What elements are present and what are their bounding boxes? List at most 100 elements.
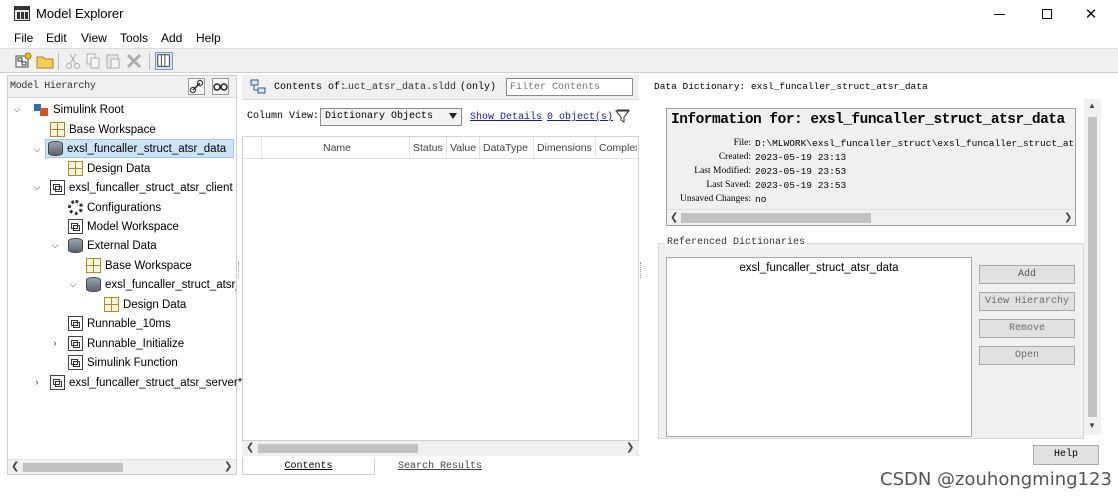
menu-file[interactable]: File (14, 31, 33, 45)
column-header-name[interactable]: Name (323, 142, 351, 154)
menu-help[interactable]: Help (196, 31, 221, 45)
scrollbar-thumb[interactable] (1088, 117, 1097, 417)
chevron-down-icon[interactable]: ⌵ (32, 144, 42, 154)
open-folder-icon[interactable] (36, 52, 54, 70)
column-header-dimensions[interactable]: Dimensions (537, 142, 592, 154)
tree-item-label: Base Workspace (69, 123, 156, 136)
tree-item-label: Configurations (87, 201, 162, 214)
info-key-last-saved: Last Saved: (706, 180, 751, 190)
scroll-down-icon[interactable]: ▼ (1088, 421, 1096, 430)
filter-icon[interactable] (614, 108, 631, 125)
scrollbar-thumb[interactable] (681, 213, 871, 223)
tree-item-model-workspace[interactable]: Model Workspace (10, 217, 179, 236)
scroll-left-icon[interactable]: ❮ (11, 461, 19, 472)
minimize-button[interactable] (976, 0, 1022, 28)
referenced-dictionaries-list[interactable]: exsl_funcaller_struct_atsr_data (666, 257, 972, 437)
column-view-select[interactable]: Dictionary Objects (320, 108, 462, 126)
link-button[interactable] (188, 78, 205, 95)
scroll-right-icon[interactable]: ❯ (626, 442, 634, 453)
tree-item-client-model[interactable]: ⌵ exsl_funcaller_struct_atsr_client (10, 178, 233, 197)
scrollbar-thumb[interactable] (23, 463, 123, 472)
column-header-datatype[interactable]: DataType (483, 142, 528, 154)
tree-item-data-dictionary[interactable]: exsl_funcaller_struct_atsr_data (45, 139, 234, 158)
tab-search-results[interactable]: Search Results (375, 458, 505, 475)
info-key-created: Created: (718, 152, 751, 162)
menu-add[interactable]: Add (161, 31, 182, 45)
scroll-right-icon[interactable]: ❯ (1064, 212, 1072, 223)
tree-item-external-design-data[interactable]: Design Data (10, 295, 186, 314)
window-title: Model Explorer (36, 6, 124, 21)
tree-item-simulink-function[interactable]: Simulink Function (10, 353, 178, 372)
chevron-right-icon[interactable]: › (32, 377, 42, 387)
maximize-button[interactable] (1024, 0, 1070, 28)
tree-item-external-data[interactable]: ⌵ External Data (10, 236, 157, 255)
left-splitter[interactable] (238, 262, 241, 278)
info-value-last-modified: 2023-05-19 23:53 (755, 166, 847, 177)
column-header-status[interactable]: Status (413, 142, 443, 154)
filter-contents-input[interactable] (506, 78, 633, 96)
tree-item-label: Simulink Root (53, 103, 124, 116)
view-options-button[interactable] (212, 78, 229, 95)
data-dictionary-icon (48, 141, 63, 156)
tree-item-external-dictionary[interactable]: ⌵ exsl_funcaller_struct_atsr_d (10, 275, 236, 294)
hierarchy-header: Model Hierarchy (8, 76, 236, 98)
chevron-right-icon[interactable]: › (50, 338, 60, 348)
object-count-link[interactable]: 0 object(s) (547, 112, 613, 123)
scroll-right-icon[interactable]: ❯ (224, 461, 232, 472)
hierarchy-horizontal-scrollbar[interactable]: ❮ ❯ (8, 459, 236, 474)
menu-edit[interactable]: Edit (46, 31, 67, 45)
glasses-icon (213, 83, 228, 91)
menu-tools[interactable]: Tools (120, 31, 148, 45)
info-horizontal-scrollbar[interactable]: ❮ ❯ (667, 209, 1075, 225)
new-model-icon[interactable] (14, 52, 32, 70)
help-button[interactable]: Help (1033, 445, 1099, 465)
tree-item-simulink-root[interactable]: ⌵ Simulink Root (10, 100, 124, 119)
copy-icon[interactable] (84, 52, 102, 70)
tree-item-label: Simulink Function (87, 356, 178, 369)
tree-item-design-data[interactable]: Design Data (10, 159, 150, 178)
dropdown-arrow-icon (449, 113, 457, 119)
add-button[interactable]: Add (979, 265, 1075, 284)
show-details-link[interactable]: Show Details (470, 112, 542, 123)
delete-icon[interactable] (125, 52, 143, 70)
show-dialog-pane-icon[interactable] (155, 52, 173, 70)
info-key-file: File: (733, 138, 751, 148)
workspace-icon (50, 122, 65, 137)
menu-view[interactable]: View (81, 31, 107, 45)
chevron-down-icon[interactable]: ⌵ (50, 240, 60, 250)
tree-item-runnable-initialize[interactable]: › Runnable_Initialize (10, 334, 184, 353)
chevron-down-icon[interactable]: ⌵ (68, 279, 78, 289)
chevron-down-icon[interactable]: ⌵ (12, 104, 22, 114)
paste-icon[interactable] (104, 52, 122, 70)
workspace-icon (68, 161, 83, 176)
model-hierarchy-panel: Model Hierarchy ⌵ Simulink Root Base Wor… (7, 75, 242, 475)
cut-icon[interactable] (64, 52, 82, 70)
tree-item-server-model[interactable]: › exsl_funcaller_struct_atsr_server* (10, 373, 242, 392)
list-item[interactable]: exsl_funcaller_struct_atsr_data (667, 262, 971, 274)
tree-item-base-workspace[interactable]: Base Workspace (10, 120, 156, 139)
chevron-down-icon[interactable]: ⌵ (32, 182, 42, 192)
column-header-value[interactable]: Value (450, 142, 476, 154)
watermark: CSDN @zouhongming123 (880, 469, 1112, 490)
view-hierarchy-button[interactable]: View Hierarchy (979, 292, 1075, 311)
contents-horizontal-scrollbar[interactable]: ❮ ❯ (242, 441, 639, 456)
contents-header: Contents of: …uct_atsr_data.sldd (only) (242, 75, 639, 100)
scroll-up-icon[interactable]: ▲ (1088, 101, 1096, 110)
tab-contents[interactable]: Contents (242, 458, 375, 475)
model-icon (50, 375, 65, 390)
close-button[interactable]: ✕ (1068, 0, 1114, 28)
dialog-vertical-scrollbar[interactable]: ▲ ▼ (1084, 99, 1101, 435)
remove-button[interactable]: Remove (979, 319, 1075, 338)
open-button[interactable]: Open (979, 346, 1075, 365)
tree-item-configurations[interactable]: Configurations (10, 198, 161, 217)
simulink-root-icon (34, 102, 49, 117)
minimize-icon (993, 13, 1005, 15)
scroll-left-icon[interactable]: ❮ (246, 442, 254, 453)
tree-item-external-base-workspace[interactable]: Base Workspace (10, 256, 192, 275)
right-splitter[interactable] (640, 262, 643, 278)
column-header-complex[interactable]: Complex (599, 142, 637, 154)
scrollbar-thumb[interactable] (258, 444, 418, 453)
workspace-icon (86, 258, 101, 273)
tree-item-runnable-10ms[interactable]: Runnable_10ms (10, 314, 171, 333)
scroll-left-icon[interactable]: ❮ (670, 212, 678, 223)
